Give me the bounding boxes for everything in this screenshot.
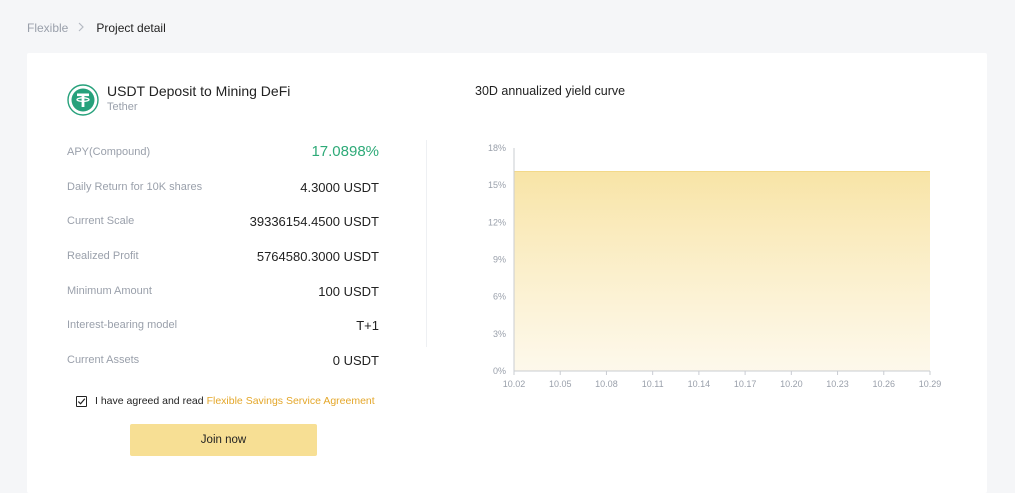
detail-row-apy: APY(Compound) 17.0898% <box>67 143 379 178</box>
x-tick-label: 10.02 <box>503 379 526 389</box>
project-header: USDT Deposit to Mining DeFi Tether <box>67 83 290 116</box>
breadcrumb: Flexible Project detail <box>27 20 166 36</box>
agreement-text: I have agreed and read <box>95 395 204 407</box>
project-detail-card: USDT Deposit to Mining DeFi Tether APY(C… <box>27 53 987 493</box>
yield-curve-chart: 0% 3% 6% 9% 12% 15% 18% 10.02 10.05 10.08 10.11 10.… <box>488 143 942 389</box>
detail-value: 100 USDT <box>318 283 379 299</box>
detail-value: T+1 <box>356 318 379 334</box>
detail-value: 5764580.3000 USDT <box>256 249 379 265</box>
agreement-checkbox[interactable] <box>76 395 87 407</box>
y-tick-label: 9% <box>493 255 506 265</box>
detail-row-daily-return: Daily Return for 10K shares 4.3000 USDT <box>67 178 379 213</box>
detail-label: Interest-bearing model <box>67 319 178 332</box>
x-tick-label: 10.23 <box>826 379 849 389</box>
detail-label: Realized Profit <box>67 250 139 263</box>
y-tick-label: 18% <box>488 143 506 153</box>
x-tick-label: 10.17 <box>734 379 757 389</box>
project-details-list: APY(Compound) 17.0898% Daily Return for … <box>67 143 379 386</box>
yield-area-series <box>514 171 930 371</box>
join-now-button[interactable]: Join now <box>130 424 317 456</box>
detail-row-realized-profit: Realized Profit 5764580.3000 USDT <box>67 247 379 282</box>
y-tick-label: 15% <box>488 180 506 190</box>
x-tick-label: 10.29 <box>919 379 942 389</box>
y-tick-label: 6% <box>493 292 506 302</box>
check-icon <box>77 397 86 405</box>
x-tick-label: 10.08 <box>595 379 618 389</box>
apy-value: 17.0898% <box>311 143 379 160</box>
detail-label: Daily Return for 10K shares <box>67 180 203 193</box>
detail-label: APY(Compound) <box>67 146 151 158</box>
x-tick-label: 10.14 <box>688 379 711 389</box>
detail-label: Minimum Amount <box>67 284 152 297</box>
detail-row-minimum-amount: Minimum Amount 100 USDT <box>67 282 379 317</box>
x-tick-label: 10.20 <box>780 379 803 389</box>
detail-row-interest-model: Interest-bearing model T+1 <box>67 316 379 351</box>
detail-value: 4.3000 USDT <box>300 179 379 195</box>
y-tick-label: 0% <box>493 366 506 376</box>
detail-label: Current Assets <box>67 354 140 367</box>
x-tick-label: 10.05 <box>549 379 572 389</box>
detail-value: 39336154.4500 USDT <box>249 214 379 230</box>
x-tick-label: 10.26 <box>873 379 896 389</box>
detail-row-current-assets: Current Assets 0 USDT <box>67 351 379 386</box>
agreement-link[interactable]: Flexible Savings Service Agreement <box>207 395 375 407</box>
vertical-divider <box>426 140 427 347</box>
detail-label: Current Scale <box>67 215 135 228</box>
project-subtitle: Tether <box>107 101 138 113</box>
agreement-row: I have agreed and read Flexible Savings … <box>76 395 375 407</box>
x-tick-label: 10.11 <box>642 379 664 389</box>
detail-value: 0 USDT <box>332 353 379 369</box>
y-tick-label: 12% <box>488 217 506 227</box>
project-title: USDT Deposit to Mining DeFi <box>107 83 291 99</box>
detail-row-current-scale: Current Scale 39336154.4500 USDT <box>67 212 379 247</box>
tether-logo-icon <box>67 84 99 116</box>
chevron-right-icon <box>78 22 85 35</box>
chart-title: 30D annualized yield curve <box>475 84 626 98</box>
breadcrumb-current: Project detail <box>96 21 166 35</box>
breadcrumb-flexible-link[interactable]: Flexible <box>27 21 68 35</box>
y-tick-label: 3% <box>493 329 506 339</box>
